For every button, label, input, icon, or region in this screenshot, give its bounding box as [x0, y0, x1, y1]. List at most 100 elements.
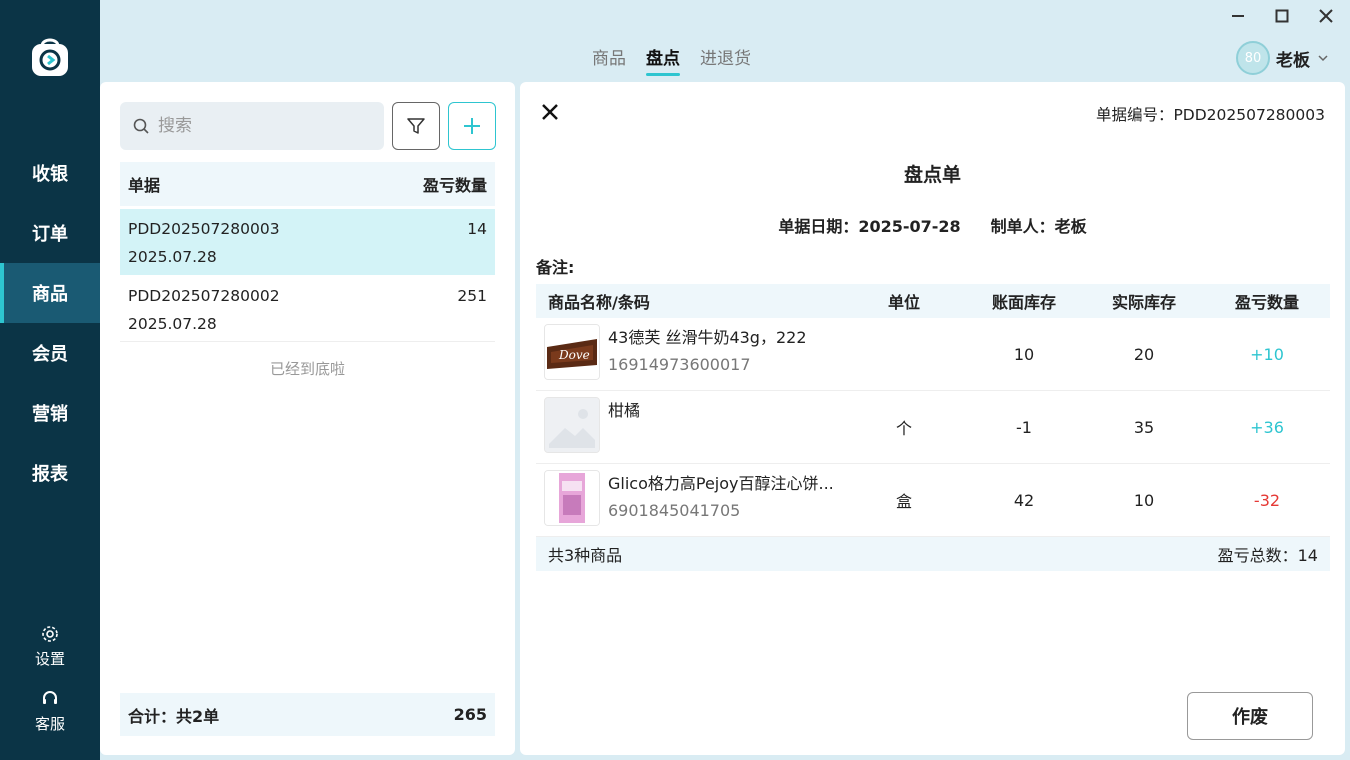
tab-stocktake[interactable]: 盘点: [646, 44, 680, 76]
actual-stock: 20: [1133, 344, 1155, 364]
search-box: [120, 102, 384, 150]
document-title: 盘点单: [903, 164, 961, 186]
stocktake-detail-panel: 单据编号：PDD202507280003 盘点单 单据日期：2025-07-28…: [520, 82, 1345, 755]
doc-qty: 251: [457, 287, 487, 305]
nav-cashier[interactable]: 收银: [0, 143, 100, 203]
nav-products[interactable]: 商品: [0, 263, 100, 323]
glico-pejoy-image: [544, 469, 600, 526]
nav-reports[interactable]: 报表: [0, 443, 100, 503]
total-value: 265: [453, 705, 487, 724]
book-stock: 42: [1013, 490, 1035, 510]
doc-id: PDD202507280002: [128, 287, 280, 305]
document-maker: 制单人：老板: [990, 217, 1087, 236]
product-unit: 个: [895, 419, 912, 438]
diff-total: 盈亏总数：14: [1217, 546, 1318, 565]
list-total-bar: 合计：共2单 265: [120, 693, 495, 736]
list-item[interactable]: PDD202507280003 14 2025.07.28: [120, 209, 495, 275]
dove-chocolate-image: Dove: [544, 323, 600, 380]
minimize-icon: [1232, 15, 1244, 17]
diff-qty: +10: [1250, 344, 1284, 364]
col-header-name: 商品名称/条码: [548, 293, 650, 312]
gear-icon: [42, 626, 58, 642]
nav-label: 营销: [32, 404, 68, 425]
table-row: Glico格力高Pejoy百醇注心饼... 6901845041705 盒 42…: [536, 464, 1330, 537]
nav-label: 订单: [32, 224, 68, 245]
col-header-actual: 实际库存: [1111, 293, 1176, 312]
document-note: 备注:: [536, 258, 575, 277]
nav-members[interactable]: 会员: [0, 323, 100, 383]
doc-id: PDD202507280003: [128, 220, 280, 238]
chevron-down-icon: [1318, 55, 1328, 62]
book-stock: 10: [1013, 344, 1035, 364]
actual-stock: 10: [1133, 490, 1155, 510]
maximize-button[interactable]: [1270, 6, 1294, 26]
app-logo: [28, 36, 72, 80]
product-barcode: 6901845041705: [608, 500, 741, 520]
close-icon: [542, 104, 558, 120]
nav-label: 商品: [32, 284, 68, 305]
table-row: 柑橘 个 -1 35 +36: [536, 391, 1330, 464]
table-header: 商品名称/条码 单位 账面库存 实际库存 盈亏数量: [536, 284, 1330, 318]
close-detail-button[interactable]: [540, 102, 560, 122]
diff-qty: +36: [1250, 417, 1284, 437]
col-header-diff: 盈亏数量: [1234, 293, 1299, 312]
window-controls: [1226, 6, 1338, 26]
maximize-icon: [1275, 9, 1289, 23]
close-window-button[interactable]: [1314, 6, 1338, 26]
user-menu[interactable]: 80 老板: [1236, 41, 1330, 75]
header-qty: 盈亏数量: [422, 176, 487, 195]
product-barcode: 16914973600017: [608, 354, 751, 374]
search-input[interactable]: [158, 116, 358, 136]
product-name: 43德芙 丝滑牛奶43g，222: [608, 327, 807, 347]
items-table: 商品名称/条码 单位 账面库存 实际库存 盈亏数量 Dove 43德芙 丝滑牛奶…: [536, 284, 1330, 571]
list-header: 单据 盈亏数量: [120, 162, 495, 206]
doc-date: 2025.07.28: [128, 315, 217, 333]
nav-label: 报表: [32, 464, 68, 485]
nav-marketing[interactable]: 营销: [0, 383, 100, 443]
doc-date: 2025.07.28: [128, 248, 217, 266]
tab-purchase-return[interactable]: 进退货: [700, 44, 751, 73]
col-header-unit: 单位: [887, 293, 920, 312]
nav-orders[interactable]: 订单: [0, 203, 100, 263]
settings-button[interactable]: 设置: [0, 624, 100, 669]
customer-service-button[interactable]: 客服: [0, 689, 100, 734]
product-name: 柑橘: [608, 400, 641, 420]
service-label: 客服: [34, 715, 65, 733]
table-footer: 共3种商品 盈亏总数：14: [536, 537, 1330, 571]
diff-qty: -32: [1253, 490, 1281, 510]
settings-label: 设置: [34, 650, 65, 668]
doc-qty: 14: [467, 220, 487, 238]
search-icon: [133, 118, 149, 134]
top-tabs: 商品 盘点 进退货: [592, 44, 751, 76]
list-item[interactable]: PDD202507280002 251 2025.07.28: [120, 276, 495, 342]
item-count: 共3种商品: [548, 546, 623, 565]
total-label: 合计：共2单: [128, 706, 220, 726]
filter-icon: [407, 118, 425, 134]
user-name: 老板: [1276, 50, 1310, 71]
stocktake-list-panel: 单据 盈亏数量 PDD202507280003 14 2025.07.28 PDD…: [100, 82, 515, 755]
nav-label: 收银: [32, 164, 68, 185]
table-row: Dove 43德芙 丝滑牛奶43g，222 16914973600017 10 …: [536, 318, 1330, 391]
product-unit: 盒: [895, 492, 912, 511]
add-stocktake-button[interactable]: [448, 102, 496, 150]
avatar: 80: [1236, 41, 1270, 75]
tab-products[interactable]: 商品: [592, 44, 626, 73]
svg-text:Dove: Dove: [558, 348, 590, 362]
book-stock: -1: [1016, 417, 1032, 437]
plus-icon: [464, 118, 480, 134]
actual-stock: 35: [1133, 417, 1155, 437]
filter-button[interactable]: [392, 102, 440, 150]
void-button[interactable]: 作废: [1187, 692, 1313, 740]
close-icon: [1319, 9, 1333, 23]
document-date: 单据日期：2025-07-28: [778, 217, 961, 236]
minimize-button[interactable]: [1226, 6, 1250, 26]
product-name: Glico格力高Pejoy百醇注心饼...: [608, 473, 834, 493]
end-of-list-text: 已经到底啦: [269, 360, 345, 378]
document-meta: 单据日期：2025-07-28 制单人：老板: [520, 213, 1345, 237]
document-number: 单据编号：PDD202507280003: [1095, 106, 1325, 124]
nav-label: 会员: [32, 344, 68, 365]
col-header-book: 账面库存: [991, 293, 1056, 312]
sidebar: 收银 订单 商品 会员 营销 报表 设置 客服: [0, 0, 100, 760]
placeholder-image-icon: [544, 396, 600, 453]
headset-icon: [43, 691, 57, 704]
